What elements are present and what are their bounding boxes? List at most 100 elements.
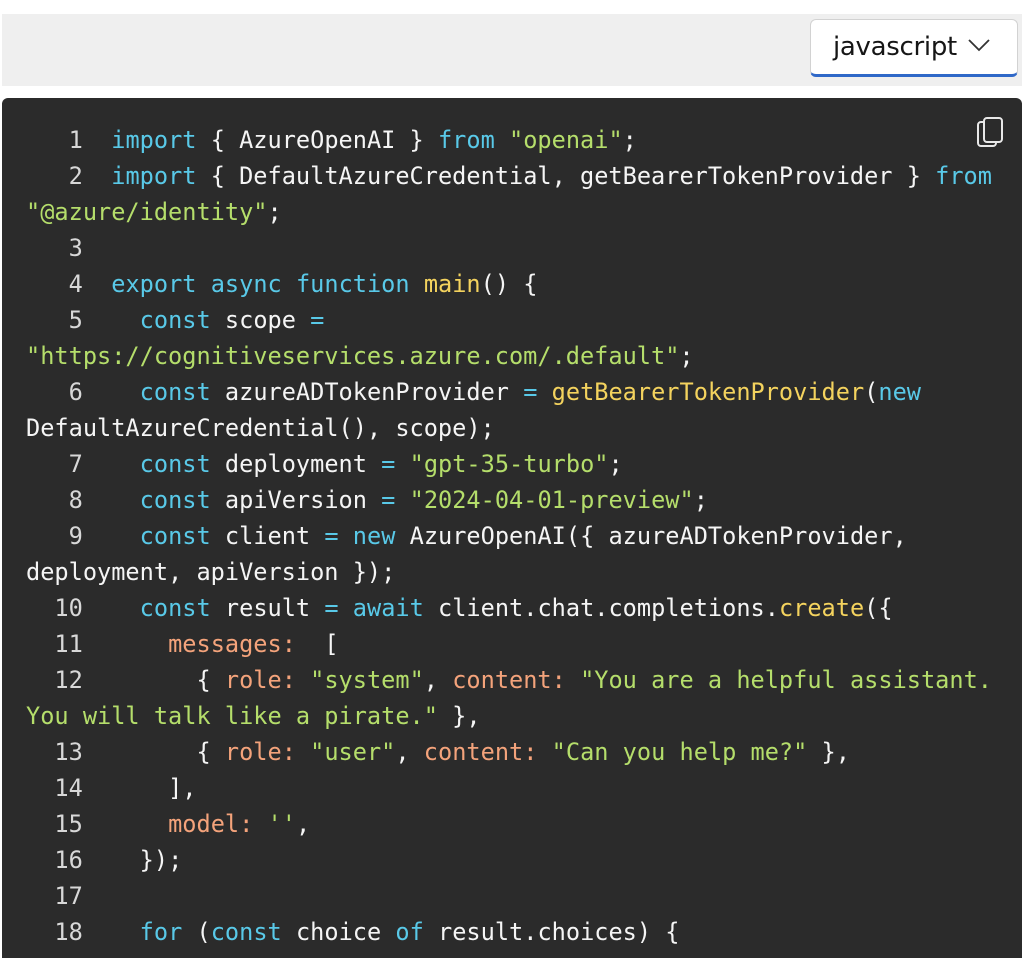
line-number: 5: [26, 306, 112, 334]
code-token: { DefaultAzureCredential, getBearerToken…: [196, 162, 936, 190]
code-line: 12 { role: "system", content: "You are a…: [26, 666, 1006, 730]
code-token: "@azure/identity": [26, 198, 268, 226]
line-number: 10: [26, 594, 112, 622]
code-line: 10 const result = await client.chat.comp…: [26, 594, 892, 622]
language-select-value: javascript: [833, 32, 957, 62]
code-token: function: [295, 270, 410, 298]
code-line: 7 const deployment = "gpt-35-turbo";: [26, 450, 623, 478]
code-token: =: [381, 486, 396, 514]
code-line: 6 const azureADTokenProvider = getBearer…: [26, 378, 935, 442]
code-token: const: [139, 594, 211, 622]
code-token: '': [267, 810, 296, 838]
line-number: 18: [26, 918, 112, 946]
code-token: "openai": [509, 126, 623, 154]
code-token: =: [523, 378, 538, 406]
code-token: async: [210, 270, 282, 298]
code-token: =: [324, 594, 339, 622]
code-token: const: [210, 918, 282, 946]
code-token: "Can you help me?": [551, 738, 808, 766]
code-token: apiVersion: [210, 486, 382, 514]
code-token: ,: [423, 666, 453, 694]
line-number: 2: [26, 162, 112, 190]
line-number: 3: [26, 234, 112, 262]
code-token: from: [437, 126, 495, 154]
code-token: const: [139, 522, 211, 550]
line-number: 16: [26, 846, 112, 874]
code-token: "system": [310, 666, 424, 694]
code-line: 9 const client = new AzureOpenAI({ azure…: [26, 522, 921, 586]
code-token: { AzureOpenAI }: [196, 126, 438, 154]
line-number: 8: [26, 486, 112, 514]
code-token: of: [395, 918, 424, 946]
code-token: const: [139, 306, 211, 334]
code-token: =: [381, 450, 396, 478]
code-text: 1 import { AzureOpenAI } from "openai"; …: [26, 122, 1006, 950]
code-token: () {: [480, 270, 538, 298]
code-token: client.chat.completions.: [423, 594, 779, 622]
language-select[interactable]: javascript: [810, 19, 1018, 77]
code-token: for: [139, 918, 183, 946]
line-number: 12: [26, 666, 112, 694]
code-token: result.choices) {: [423, 918, 680, 946]
code-token: [: [295, 630, 339, 658]
code-line: 14 ],: [26, 774, 196, 802]
line-number: 17: [26, 882, 112, 910]
code-token: ,: [395, 738, 424, 766]
code-token: from: [935, 162, 992, 190]
code-token: await: [352, 594, 424, 622]
code-token: (: [182, 918, 211, 946]
code-token: result: [210, 594, 325, 622]
code-token: {: [111, 666, 225, 694]
code-token: const: [139, 450, 211, 478]
code-token: "user": [310, 738, 396, 766]
code-token: content:: [452, 666, 566, 694]
line-number: 9: [26, 522, 112, 550]
code-line: 15 model: '',: [26, 810, 310, 838]
code-token: content:: [423, 738, 538, 766]
line-number: 15: [26, 810, 112, 838]
code-line: 5 const scope = "https://cognitiveservic…: [26, 306, 694, 370]
code-token: model:: [168, 810, 254, 838]
code-token: export: [111, 270, 197, 298]
line-number: 13: [26, 738, 112, 766]
code-token: scope: [210, 306, 311, 334]
code-token: import: [111, 126, 197, 154]
code-token: =: [324, 522, 339, 550]
code-token: client: [210, 522, 325, 550]
code-token: ],: [111, 774, 197, 802]
code-token: },: [807, 738, 850, 766]
code-token: import: [111, 162, 197, 190]
code-token: const: [139, 486, 211, 514]
code-token: ;: [267, 198, 282, 226]
code-token: "gpt-35-turbo": [409, 450, 609, 478]
code-token: azureADTokenProvider: [210, 378, 524, 406]
code-token: ;: [622, 126, 637, 154]
code-line: 13 { role: "user", content: "Can you hel…: [26, 738, 850, 766]
code-token: ,: [295, 810, 311, 838]
line-number: 4: [26, 270, 112, 298]
code-block: 1 import { AzureOpenAI } from "openai"; …: [2, 98, 1022, 958]
code-token: deployment: [210, 450, 382, 478]
code-token: messages:: [168, 630, 296, 658]
code-line: 17: [26, 882, 111, 910]
code-toolbar: javascript: [2, 14, 1022, 86]
code-line: 4 export async function main() {: [26, 270, 538, 298]
